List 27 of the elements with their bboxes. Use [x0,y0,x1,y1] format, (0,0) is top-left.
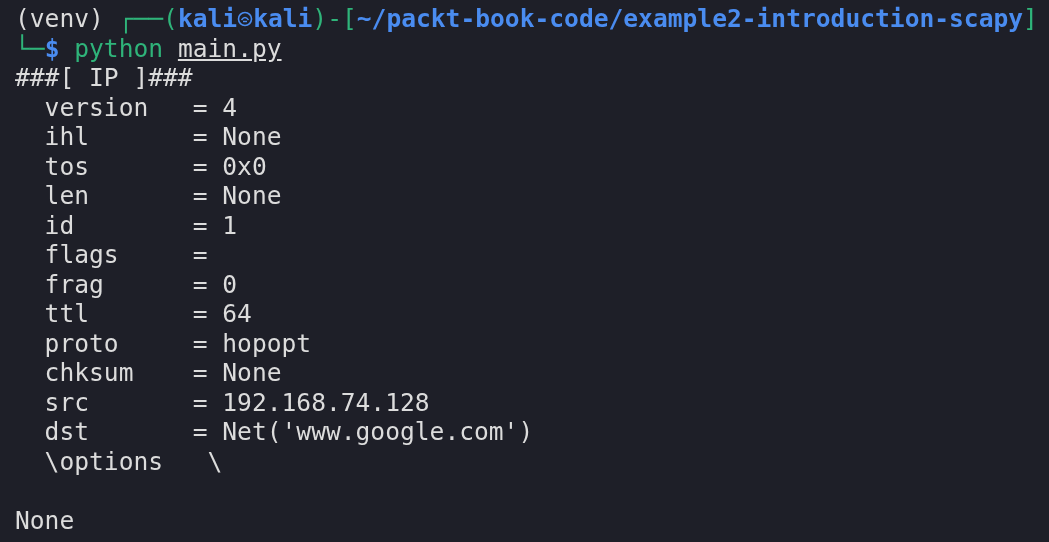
prompt-bracket: ] [1023,4,1038,34]
prompt-bracket: ┌──( [118,4,178,34]
prompt-host: kali [253,4,313,34]
output-line: frag = 0 [43,269,238,299]
prompt-path: ~/packt-book-code/example2-introduction-scapy [356,4,1024,34]
venv-label: (venv) [15,4,104,34]
output-line: ttl = 64 [43,299,252,329]
output-line: ihl = None [43,122,282,152]
output-line: tos = 0x0 [43,151,267,181]
prompt-user: kali [177,4,238,34]
command-name: python [74,33,164,63]
command-argument: main.py [177,33,282,63]
prompt-bracket: )-[ [312,4,357,34]
prompt-corner: └─ [15,33,45,63]
output-line: version = 4 [43,92,238,122]
output-line: id = 1 [43,210,238,240]
output-line: proto = hopopt [43,328,312,358]
circled-symbol-icon [237,10,254,27]
output-line: dst = Net('www.google.com') [43,417,534,447]
output-line: None [15,505,75,535]
output-line: chksum = None [43,358,282,388]
output-line: src = 192.168.74.128 [43,387,430,417]
output-line: \options \ [43,446,223,476]
output-line: flags = [43,240,208,270]
output-line: len = None [43,181,282,211]
output-line: ###[ IP ]### [15,63,193,93]
prompt-symbol: $ [44,33,60,63]
